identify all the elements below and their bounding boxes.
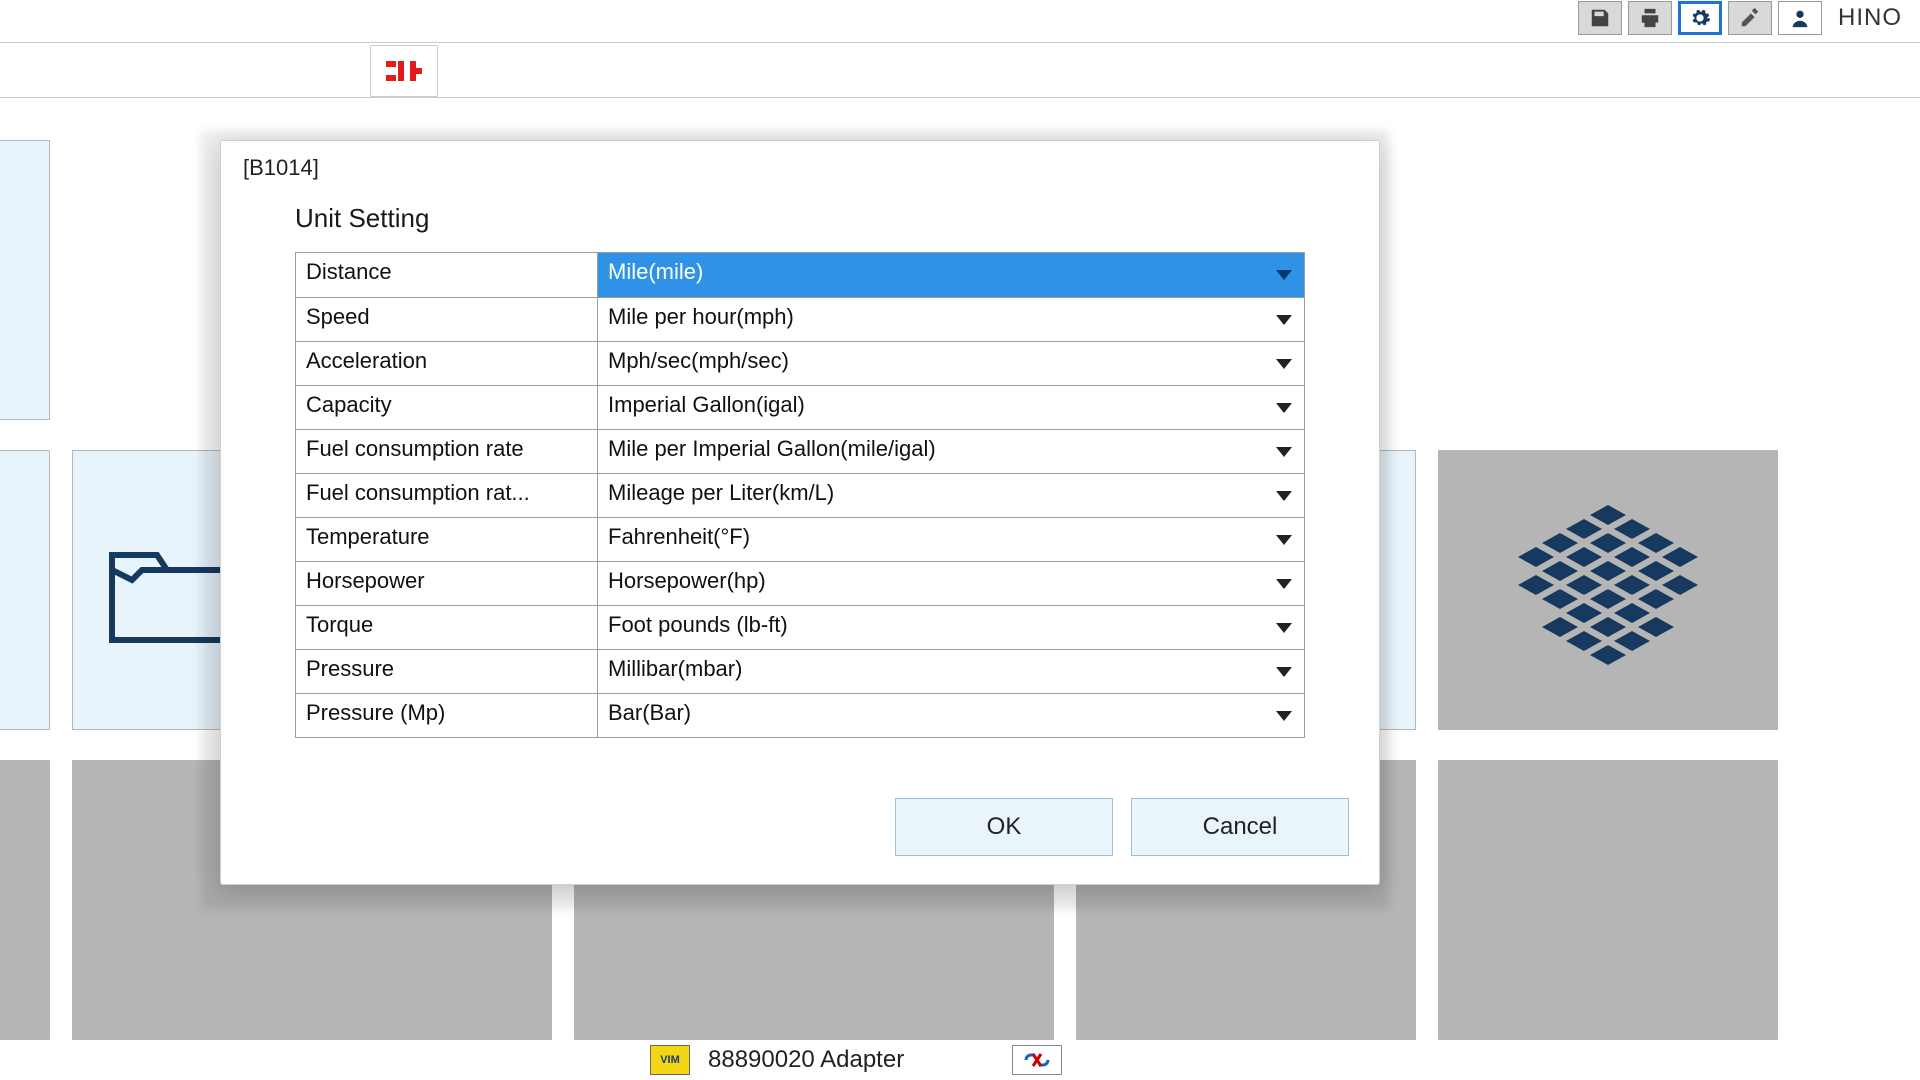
chevron-down-icon xyxy=(1276,667,1292,677)
bg-tile xyxy=(0,140,50,420)
dialog-buttons: OK Cancel xyxy=(243,798,1349,856)
edit-icon[interactable] xyxy=(1728,1,1772,35)
unit-row: Fuel consumption rateMile per Imperial G… xyxy=(296,429,1304,473)
unit-dropdown[interactable]: Mile(mile) xyxy=(598,253,1304,297)
unit-row: SpeedMile per hour(mph) xyxy=(296,297,1304,341)
unit-dropdown[interactable]: Foot pounds (lb-ft) xyxy=(598,605,1304,649)
unit-row: PressureMillibar(mbar) xyxy=(296,649,1304,693)
unit-row: Fuel consumption rat...Mileage per Liter… xyxy=(296,473,1304,517)
ok-button[interactable]: OK xyxy=(895,798,1113,856)
bg-tile xyxy=(1438,760,1778,1040)
unit-dropdown[interactable]: Imperial Gallon(igal) xyxy=(598,385,1304,429)
save-icon[interactable] xyxy=(1578,1,1622,35)
unit-row: CapacityImperial Gallon(igal) xyxy=(296,385,1304,429)
ribbon-bar xyxy=(0,42,1920,98)
unit-table: DistanceMile(mile)SpeedMile per hour(mph… xyxy=(295,252,1305,738)
unit-dropdown[interactable]: Millibar(mbar) xyxy=(598,649,1304,693)
dialog-title: Unit Setting xyxy=(295,203,1349,234)
unit-label: Pressure xyxy=(296,649,598,693)
disconnect-icon[interactable] xyxy=(1012,1045,1062,1075)
unit-dropdown[interactable]: Mile per Imperial Gallon(mile/igal) xyxy=(598,429,1304,473)
unit-label: Fuel consumption rat... xyxy=(296,473,598,517)
unit-label: Horsepower xyxy=(296,561,598,605)
unit-dropdown[interactable]: Mileage per Liter(km/L) xyxy=(598,473,1304,517)
status-bar: VIM 88890020 Adapter xyxy=(650,1040,1062,1080)
settings-icon[interactable] xyxy=(1678,1,1722,35)
unit-dropdown[interactable]: Mph/sec(mph/sec) xyxy=(598,341,1304,385)
chevron-down-icon xyxy=(1276,403,1292,413)
unit-row: TorqueFoot pounds (lb-ft) xyxy=(296,605,1304,649)
unit-label: Capacity xyxy=(296,385,598,429)
unit-dropdown[interactable]: Mile per hour(mph) xyxy=(598,297,1304,341)
unit-label: Distance xyxy=(296,253,598,297)
cancel-button[interactable]: Cancel xyxy=(1131,798,1349,856)
bg-tile-cube[interactable] xyxy=(1438,450,1778,730)
adapter-icon: VIM xyxy=(650,1045,690,1075)
unit-label: Torque xyxy=(296,605,598,649)
chevron-down-icon xyxy=(1276,270,1292,280)
unit-label: Temperature xyxy=(296,517,598,561)
adapter-label: 88890020 Adapter xyxy=(708,1046,904,1074)
connector-icon[interactable] xyxy=(370,45,438,97)
chevron-down-icon xyxy=(1276,579,1292,589)
unit-label: Pressure (Mp) xyxy=(296,693,598,737)
unit-setting-dialog: [B1014] Unit Setting DistanceMile(mile)S… xyxy=(220,140,1380,885)
chevron-down-icon xyxy=(1276,315,1292,325)
unit-dropdown[interactable]: Fahrenheit(°F) xyxy=(598,517,1304,561)
brand-label: HINO xyxy=(1838,4,1902,32)
unit-label: Speed xyxy=(296,297,598,341)
unit-row: HorsepowerHorsepower(hp) xyxy=(296,561,1304,605)
chevron-down-icon xyxy=(1276,711,1292,721)
chevron-down-icon xyxy=(1276,359,1292,369)
unit-label: Acceleration xyxy=(296,341,598,385)
top-toolbar: HINO xyxy=(1578,0,1920,36)
unit-row: DistanceMile(mile) xyxy=(296,253,1304,297)
unit-label: Fuel consumption rate xyxy=(296,429,598,473)
chevron-down-icon xyxy=(1276,623,1292,633)
unit-row: Pressure (Mp)Bar(Bar) xyxy=(296,693,1304,737)
chevron-down-icon xyxy=(1276,491,1292,501)
chevron-down-icon xyxy=(1276,535,1292,545)
unit-row: TemperatureFahrenheit(°F) xyxy=(296,517,1304,561)
bg-tile xyxy=(0,450,50,730)
bg-tile xyxy=(0,760,50,1040)
user-icon[interactable] xyxy=(1778,1,1822,35)
unit-row: AccelerationMph/sec(mph/sec) xyxy=(296,341,1304,385)
chevron-down-icon xyxy=(1276,447,1292,457)
unit-dropdown[interactable]: Bar(Bar) xyxy=(598,693,1304,737)
dialog-code: [B1014] xyxy=(243,155,1349,181)
unit-dropdown[interactable]: Horsepower(hp) xyxy=(598,561,1304,605)
print-icon[interactable] xyxy=(1628,1,1672,35)
